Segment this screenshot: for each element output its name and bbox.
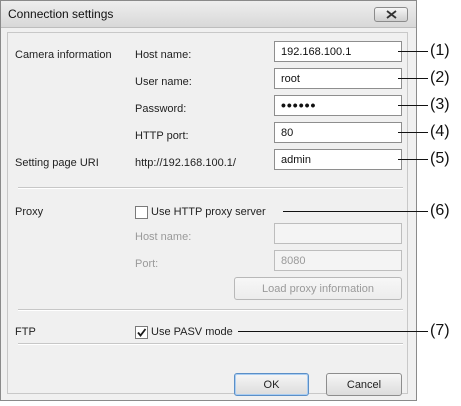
camera-information-label: Camera information	[15, 49, 112, 61]
use-pasv-checkbox[interactable]	[135, 326, 148, 339]
title-bar: Connection settings	[1, 1, 416, 28]
proxy-host-name-label: Host name:	[135, 231, 192, 243]
window-title: Connection settings	[8, 7, 114, 21]
callout-line	[398, 105, 428, 106]
callout-line	[283, 211, 428, 212]
proxy-label: Proxy	[15, 206, 44, 218]
separator	[18, 343, 403, 345]
http-port-label: HTTP port:	[135, 130, 189, 142]
callout-line	[398, 51, 428, 52]
setting-page-uri-prefix: http://192.168.100.1/	[135, 157, 236, 169]
use-proxy-label: Use HTTP proxy server	[151, 206, 266, 218]
callout-line	[398, 132, 428, 133]
callout-7: (7)	[430, 322, 450, 339]
close-button[interactable]	[374, 7, 408, 22]
callout-line	[238, 331, 428, 332]
password-label: Password:	[135, 103, 187, 115]
password-input[interactable]: ••••••	[274, 95, 402, 116]
ok-button[interactable]: OK	[234, 373, 309, 396]
user-name-input[interactable]	[274, 68, 402, 89]
host-name-input[interactable]	[274, 41, 402, 62]
separator	[18, 187, 403, 189]
callout-line	[398, 78, 428, 79]
callout-1: (1)	[430, 42, 450, 59]
callout-3: (3)	[430, 96, 450, 113]
ftp-label: FTP	[15, 326, 36, 338]
use-proxy-checkbox[interactable]	[135, 206, 148, 219]
use-pasv-label: Use PASV mode	[151, 326, 233, 338]
user-name-label: User name:	[135, 76, 192, 88]
http-port-input[interactable]	[274, 122, 402, 143]
close-icon	[386, 10, 397, 19]
proxy-port-input[interactable]	[274, 250, 402, 271]
callout-5: (5)	[430, 150, 450, 167]
settings-panel: Camera information Host name: User name:…	[7, 32, 408, 396]
callout-line	[398, 159, 428, 160]
load-proxy-information-button[interactable]: Load proxy information	[234, 277, 402, 300]
cancel-button[interactable]: Cancel	[326, 373, 402, 396]
host-name-label: Host name:	[135, 49, 192, 61]
proxy-port-label: Port:	[135, 258, 159, 270]
callout-4: (4)	[430, 123, 450, 140]
setting-page-uri-label: Setting page URI	[15, 157, 99, 169]
setting-page-uri-input[interactable]	[274, 149, 402, 170]
separator	[18, 309, 403, 311]
checkmark-icon	[137, 328, 147, 337]
callout-2: (2)	[430, 69, 450, 86]
connection-settings-dialog: Connection settings Camera information H…	[0, 0, 417, 401]
callout-6: (6)	[430, 202, 450, 219]
proxy-host-name-input[interactable]	[274, 223, 402, 244]
